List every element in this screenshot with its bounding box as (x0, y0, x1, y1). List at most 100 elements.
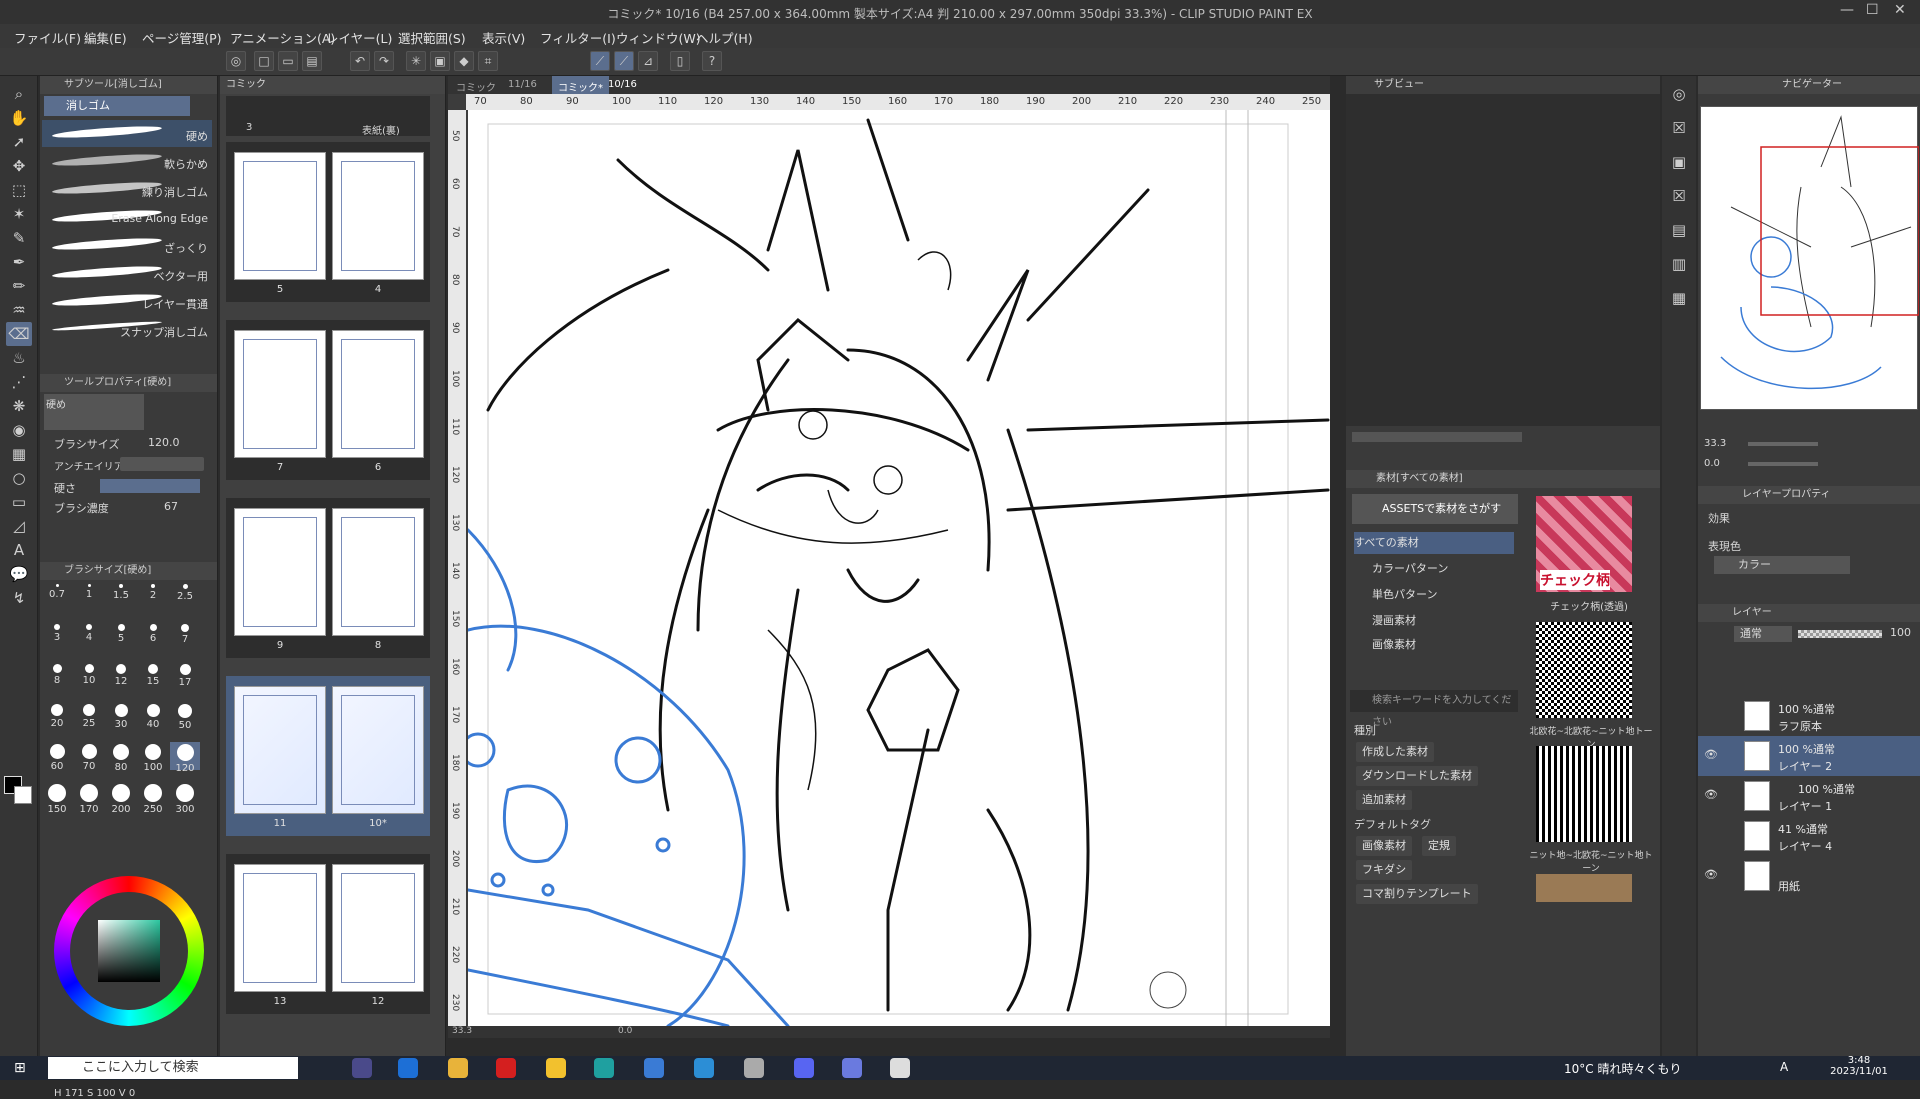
layer-row-layer2[interactable]: 👁 100 %通常 レイヤー 2 (1698, 736, 1920, 776)
brush-preset-edge[interactable]: Erase Along Edge (42, 204, 212, 231)
auto-select-icon[interactable]: ✶ (6, 202, 32, 226)
brush-size-cell[interactable]: 100 (138, 742, 168, 773)
page-thumbnail[interactable] (234, 864, 326, 992)
menu-layer[interactable]: レイヤー(L) (326, 28, 392, 47)
antialias-selector[interactable] (120, 457, 204, 471)
tag-balloon[interactable]: フキダシ (1356, 860, 1413, 880)
canvas-angle-value[interactable]: 0.0 (618, 1026, 632, 1036)
page-thumbnail[interactable] (234, 152, 326, 280)
menu-view[interactable]: 表示(V) (482, 28, 525, 47)
brush-preset-through[interactable]: レイヤー貫通 (42, 288, 212, 315)
brush-preset-soft[interactable]: 軟らかめ (42, 148, 212, 175)
canvas-zoom-value[interactable]: 33.3 (452, 1026, 472, 1036)
blend-icon[interactable]: ♨ (6, 346, 32, 370)
eye-icon[interactable]: 👁 (1704, 748, 1718, 761)
task-view-icon[interactable] (352, 1058, 372, 1078)
brush-size-cell[interactable]: 0.7 (42, 582, 72, 610)
brush-preset-vector[interactable]: ベクター用 (42, 260, 212, 287)
ime-indicator[interactable]: A (1780, 1060, 1788, 1074)
layer-fill-icon[interactable]: ▤ (1666, 218, 1692, 242)
brush-size-cell[interactable]: 25 (74, 702, 104, 730)
deselect-icon[interactable]: ▣ (430, 51, 450, 71)
minimize-button[interactable]: — (1840, 2, 1854, 18)
layer-opacity-value[interactable]: 100 (1890, 626, 1911, 639)
file-explorer-icon[interactable] (448, 1058, 468, 1078)
brush-size-cell[interactable]: 2.5 (170, 582, 200, 610)
layer-opacity-slider[interactable] (1798, 630, 1882, 638)
calendar-icon[interactable]: ▦ (1666, 286, 1692, 310)
brush-size-cell[interactable]: 300 (170, 782, 200, 815)
companion-icon[interactable]: ▯ (670, 51, 690, 71)
text-tool-icon[interactable]: A (6, 538, 32, 562)
undo-icon[interactable]: ↶ (350, 51, 370, 71)
tab-comic-11[interactable]: コミック (456, 79, 496, 94)
brush-size-cell[interactable]: 250 (138, 782, 168, 815)
material-thumb-nordic[interactable] (1536, 622, 1632, 718)
discord-icon[interactable] (794, 1058, 814, 1078)
brush-size-cell[interactable]: 2 (138, 582, 168, 610)
brush-size-cell[interactable]: 1.5 (106, 582, 136, 610)
menu-help[interactable]: ヘルプ(H) (696, 28, 753, 47)
selection-tool-icon[interactable]: ⬚ (6, 178, 32, 202)
brush-preset-hard[interactable]: 硬め (42, 120, 212, 147)
drawing-canvas[interactable] (468, 110, 1330, 1026)
app-icon[interactable]: ◎ (226, 51, 246, 71)
material-thumb-knit[interactable] (1536, 746, 1632, 842)
clock[interactable]: 3:48 2023/11/01 (1824, 1055, 1894, 1077)
clear-icon[interactable]: ✳ (406, 51, 426, 71)
material-thumb-check[interactable]: チェック柄 (1536, 496, 1632, 592)
zoom-tool-icon[interactable]: ⌕ (6, 82, 32, 106)
expression-color-select[interactable]: カラー (1714, 556, 1850, 574)
page-thumbnail[interactable] (332, 152, 424, 280)
opera-icon[interactable] (496, 1058, 516, 1078)
material-thumb-wood[interactable] (1536, 874, 1632, 902)
blend-mode-select[interactable]: 通常 (1734, 626, 1792, 642)
page-spread[interactable]: 13 12 (226, 854, 430, 1014)
material-tree-manga[interactable]: 漫画素材 (1372, 610, 1532, 632)
brush-preset-kneaded[interactable]: 練り消しゴム (42, 176, 212, 203)
chrome-icon[interactable] (546, 1058, 566, 1078)
brush-size-cell[interactable]: 120 (170, 742, 200, 774)
snap-ruler-icon[interactable]: ⟋ (590, 51, 610, 71)
page-spread[interactable]: 54 (226, 142, 430, 302)
brush-size-cell[interactable]: 40 (138, 702, 168, 730)
brush-preset-snap[interactable]: スナップ消しゴム (42, 316, 212, 343)
layer-copy-icon[interactable]: ▣ (1666, 150, 1692, 174)
page-thumbnail[interactable] (234, 330, 326, 458)
navigator-preview[interactable] (1700, 106, 1920, 410)
navigator-angle-value[interactable]: 0.0 (1704, 458, 1720, 469)
brush-size-cell[interactable]: 30 (106, 702, 136, 730)
brush-size-cell[interactable]: 1 (74, 582, 104, 610)
eye-icon[interactable]: 👁 (1704, 788, 1718, 801)
pen-icon[interactable]: ✒ (6, 250, 32, 274)
taskbar-search-input[interactable]: ここに入力して検索 (48, 1057, 298, 1079)
frame-icon[interactable]: ▭ (6, 490, 32, 514)
pencil-icon[interactable]: ✏ (6, 274, 32, 298)
brush-size-cell[interactable]: 70 (74, 742, 104, 772)
brush-size-cell[interactable]: 4 (74, 622, 104, 650)
layer-clear-icon[interactable]: ☒ (1666, 116, 1692, 140)
type-downloaded[interactable]: ダウンロードした素材 (1356, 766, 1478, 786)
brush-size-cell[interactable]: 7 (170, 622, 200, 650)
eye-icon[interactable]: 👁 (1704, 868, 1718, 881)
windows-start-icon[interactable]: ⊞ (14, 1060, 26, 1076)
brush-size-cell[interactable]: 170 (74, 782, 104, 815)
clip-studio-icon[interactable] (744, 1058, 764, 1078)
material-tree-all[interactable]: すべての素材 (1354, 532, 1514, 554)
spread-top[interactable]: 3 表紙(裏) (226, 96, 430, 137)
hand-tool-icon[interactable]: ✋ (6, 106, 32, 130)
layer-save-icon[interactable]: ▥ (1666, 252, 1692, 276)
navigator-zoom-value[interactable]: 33.3 (1704, 438, 1726, 449)
brush-size-cell[interactable]: 15 (138, 662, 168, 690)
page-thumbnail[interactable] (332, 686, 424, 814)
figure-icon[interactable]: ○ (6, 466, 32, 490)
page-panel-tab[interactable]: コミック (220, 76, 445, 94)
gradient-icon[interactable]: ▦ (6, 442, 32, 466)
brush-size-cell[interactable]: 80 (106, 742, 136, 773)
new-file-icon[interactable]: □ (254, 51, 274, 71)
brush-size-value[interactable]: 120.0 (148, 436, 180, 449)
move-tool-icon[interactable]: ✥ (6, 154, 32, 178)
layer-row-rough[interactable]: 100 %通常 ラフ原本 (1698, 696, 1920, 736)
eyedropper-icon[interactable]: ✎ (6, 226, 32, 250)
brush-preset-rough[interactable]: ざっくり (42, 232, 212, 259)
